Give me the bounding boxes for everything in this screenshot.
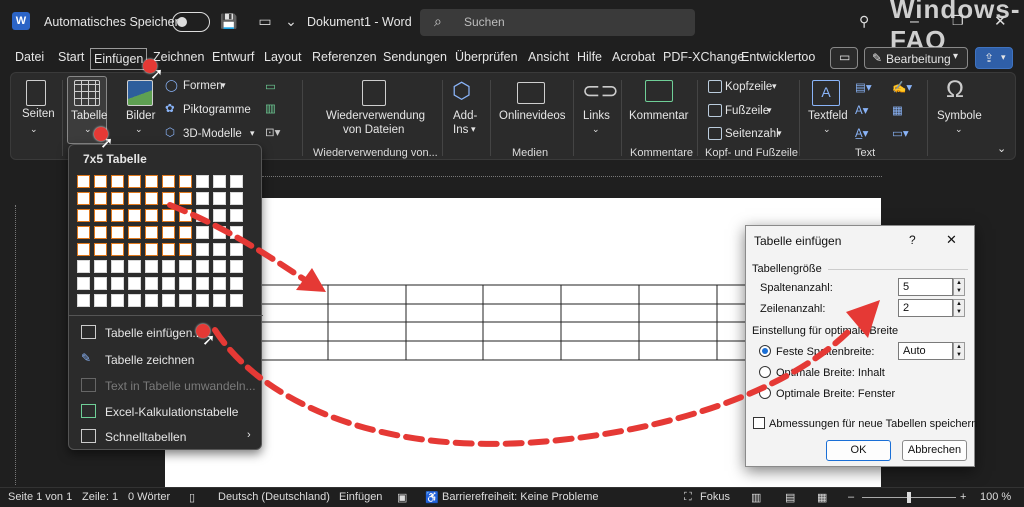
status-language[interactable]: Deutsch (Deutschland)	[218, 491, 330, 503]
status-page[interactable]: Seite 1 von 1	[8, 491, 72, 503]
zoom-out-icon[interactable]: –	[848, 491, 854, 503]
focus-icon[interactable]: ⛶	[684, 491, 692, 504]
zoom-slider-thumb[interactable]	[907, 492, 911, 503]
status-words[interactable]: 0 Wörter	[128, 491, 170, 503]
proofing-icon[interactable]: ▯	[189, 491, 195, 504]
read-mode-icon[interactable]: ▥	[751, 491, 761, 504]
mouse-cursor-icon: ➚	[202, 332, 216, 349]
status-focus[interactable]: Fokus	[700, 491, 730, 503]
status-bar: Seite 1 von 1 Zeile: 1 0 Wörter ▯ Deutsc…	[0, 487, 1024, 507]
status-accessibility[interactable]: Barrierefreiheit: Keine Probleme	[442, 491, 599, 503]
zoom-in-icon[interactable]: +	[960, 491, 966, 503]
accessibility-icon[interactable]: ♿	[425, 491, 439, 504]
macro-icon[interactable]: ▣	[397, 491, 407, 504]
status-mode[interactable]: Einfügen	[339, 491, 382, 503]
mouse-cursor-icon: ➚	[100, 135, 114, 152]
mouse-cursor-icon: ➚	[150, 66, 164, 83]
status-zoom[interactable]: 100 %	[980, 491, 1011, 503]
web-layout-icon[interactable]: ▦	[817, 491, 827, 504]
print-layout-icon[interactable]: ▤	[785, 491, 795, 504]
status-line[interactable]: Zeile: 1	[82, 491, 118, 503]
